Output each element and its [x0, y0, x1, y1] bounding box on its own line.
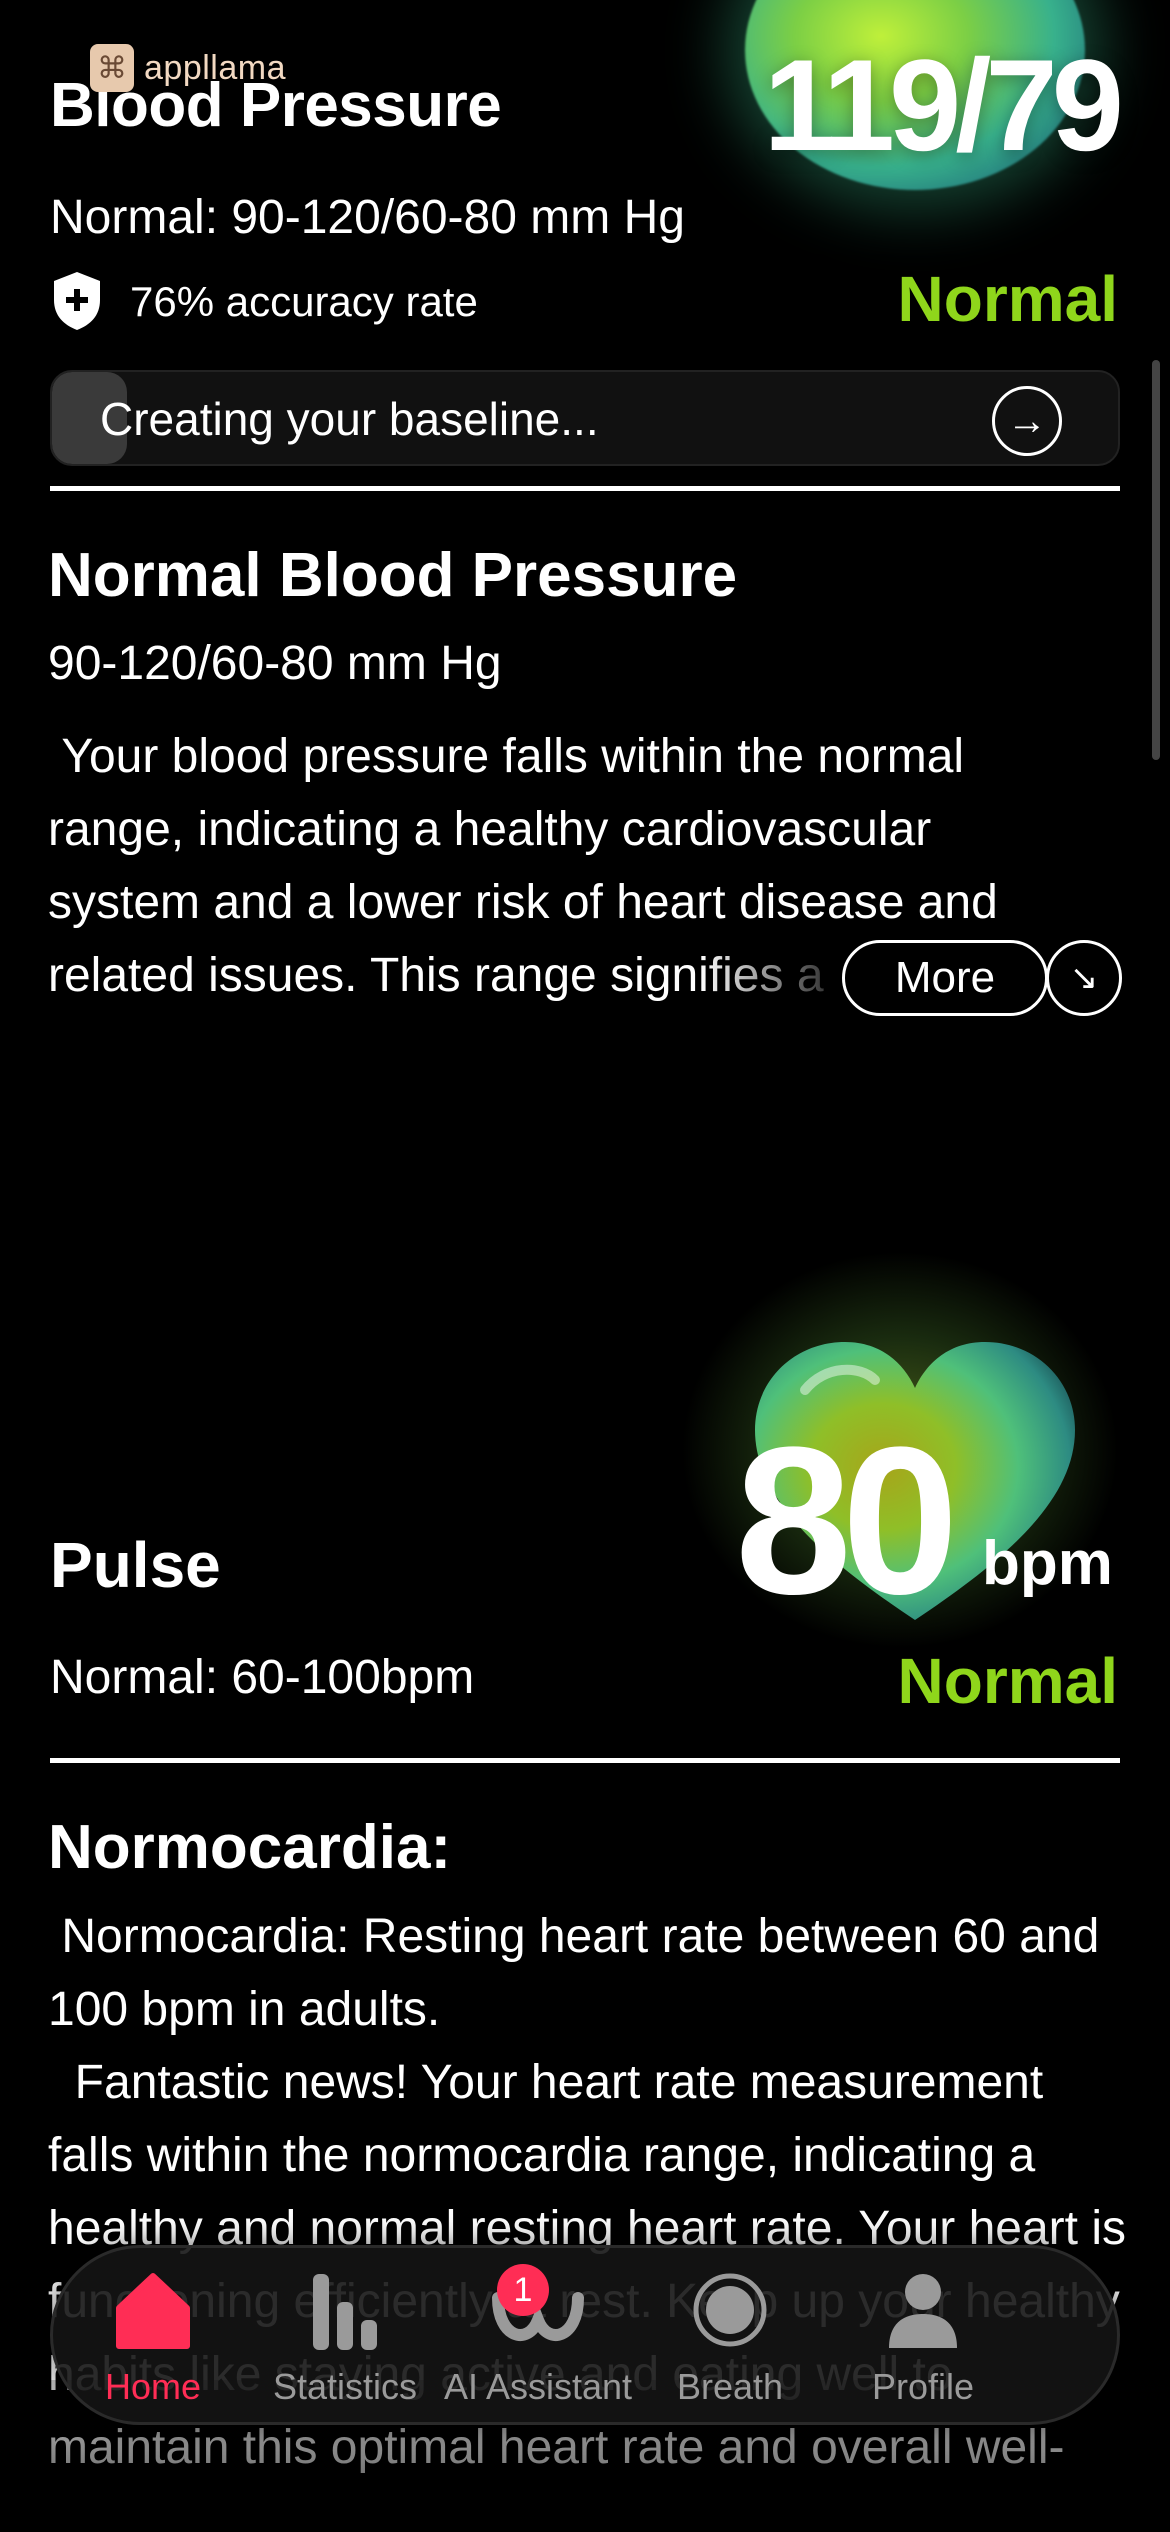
profile-icon	[889, 2274, 957, 2348]
blood-pressure-value: 119/79	[763, 32, 1124, 178]
pulse-normal-range: Normal: 60-100bpm	[50, 1651, 475, 1704]
baseline-label: Creating your baseline...	[100, 393, 599, 445]
shield-plus-icon	[54, 272, 100, 330]
brand-name: appllama	[144, 48, 286, 87]
divider	[50, 1758, 1120, 1763]
tab-statistics-label: Statistics	[272, 2366, 418, 2407]
scrollbar[interactable]	[1152, 360, 1160, 760]
tab-breath[interactable]: Breath	[635, 2268, 825, 2418]
pulse-value: 80	[735, 1403, 959, 1638]
results-screen: Blood Pressure ⌘ appllama 119/79 Normal:…	[0, 0, 1170, 2532]
arrow-right-icon[interactable]: →	[992, 386, 1062, 456]
tab-profile[interactable]: Profile	[828, 2268, 1018, 2418]
llama-logo-icon: ⌘	[90, 44, 134, 92]
blood-pressure-normal-range: Normal: 90-120/60-80 mm Hg	[50, 191, 685, 244]
notification-badge: 1	[497, 2264, 549, 2316]
pulse-title: Pulse	[50, 1529, 221, 1601]
pulse-status: Normal	[897, 1645, 1119, 1717]
arrow-down-right-icon[interactable]: ↘	[1046, 940, 1122, 1016]
tab-profile-label: Profile	[871, 2366, 975, 2407]
tab-breath-label: Breath	[676, 2366, 784, 2407]
accuracy-rate: 76% accuracy rate	[130, 278, 478, 325]
more-button[interactable]: More	[842, 940, 1048, 1016]
brand-watermark: ⌘ appllama	[90, 44, 286, 92]
blood-pressure-section-range: 90-120/60-80 mm Hg	[48, 637, 502, 690]
bar-chart-icon	[313, 2274, 377, 2350]
tab-statistics[interactable]: Statistics	[250, 2268, 440, 2418]
tab-ai-assistant-label: AI Assistant	[443, 2366, 633, 2407]
description-fade	[700, 940, 860, 1020]
bottom-tab-bar: Home Statistics 1 AI Assistant Breath Pr…	[50, 2245, 1120, 2425]
pulse-section-title: Normocardia:	[48, 1813, 452, 1882]
baseline-progress-button[interactable]: Creating your baseline... →	[50, 370, 1120, 466]
tab-home-label: Home	[104, 2366, 202, 2407]
tab-ai-assistant[interactable]: 1 AI Assistant	[443, 2264, 633, 2418]
pulse-unit: bpm	[982, 1529, 1113, 1598]
blood-pressure-status: Normal	[897, 263, 1119, 335]
home-icon	[116, 2273, 190, 2349]
blood-pressure-section-title: Normal Blood Pressure	[48, 541, 738, 610]
divider	[50, 486, 1120, 491]
tab-home[interactable]: Home	[58, 2268, 248, 2418]
breath-icon	[693, 2273, 767, 2347]
